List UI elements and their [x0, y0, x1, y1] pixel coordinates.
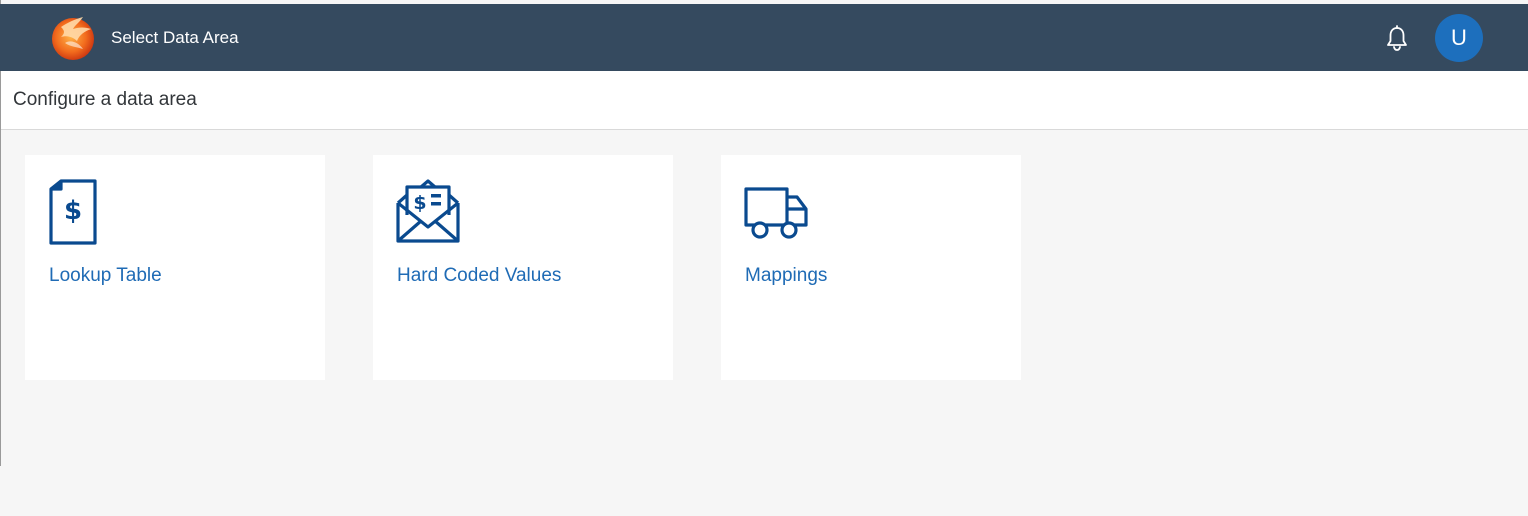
tile-label: Mappings	[745, 265, 828, 286]
svg-text:$: $	[64, 196, 82, 226]
shell-bar: Select Data Area U	[0, 4, 1528, 71]
notifications-button[interactable]	[1383, 24, 1411, 52]
tile-label: Hard Coded Values	[397, 265, 562, 286]
tile-label: Lookup Table	[49, 265, 162, 286]
svg-text:$: $	[413, 192, 426, 214]
app-title: Select Data Area	[111, 28, 239, 47]
page-title: Configure a data area	[13, 89, 197, 110]
phoenix-logo-icon	[52, 17, 94, 60]
tile-mappings[interactable]: Mappings	[721, 155, 1021, 380]
document-dollar-icon: $	[47, 179, 113, 245]
subheader: Configure a data area	[1, 71, 1528, 130]
bell-icon	[1387, 25, 1407, 51]
page: Select Data Area U Configure a data area…	[0, 0, 1528, 516]
user-avatar[interactable]: U	[1435, 14, 1483, 62]
tile-hard-coded-values[interactable]: $ Hard Coded Values	[373, 155, 673, 380]
app-logo[interactable]	[49, 13, 97, 61]
tile-lookup-table[interactable]: $ Lookup Table	[25, 155, 325, 380]
truck-icon	[743, 179, 809, 245]
envelope-dollar-icon: $	[395, 179, 461, 245]
